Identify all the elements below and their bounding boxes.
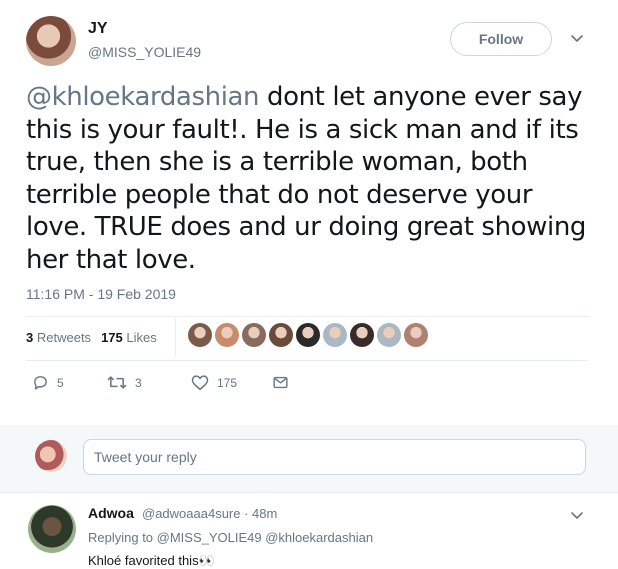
divider bbox=[26, 316, 588, 317]
liker-avatar[interactable] bbox=[215, 323, 239, 347]
direct-message-button[interactable] bbox=[272, 374, 289, 391]
retweet-button[interactable]: 3 bbox=[107, 374, 142, 391]
divider bbox=[26, 360, 588, 361]
reply-icon bbox=[34, 376, 47, 390]
reply-author-name[interactable]: Adwoa bbox=[88, 505, 134, 521]
avatar[interactable] bbox=[26, 16, 76, 66]
chevron-down-icon[interactable] bbox=[569, 30, 585, 46]
display-name[interactable]: JY bbox=[88, 20, 108, 38]
retweet-icon bbox=[107, 376, 127, 389]
like-button[interactable]: 175 bbox=[191, 374, 237, 391]
retweets-label: Retweets bbox=[36, 330, 92, 345]
liker-avatar[interactable] bbox=[269, 323, 293, 347]
user-handle[interactable]: @MISS_YOLIE49 bbox=[88, 44, 201, 60]
likes-label: Likes bbox=[126, 330, 157, 345]
reply-placeholder: Tweet your reply bbox=[94, 449, 197, 465]
avatar[interactable] bbox=[35, 440, 67, 472]
engagement-stats: 3 Retweets 175 Likes bbox=[26, 330, 157, 345]
liker-avatar[interactable] bbox=[377, 323, 401, 347]
liker-avatar[interactable] bbox=[323, 323, 347, 347]
liker-avatar[interactable] bbox=[188, 323, 212, 347]
retweet-count: 3 bbox=[135, 375, 142, 390]
tweet-text: @khloekardashian dont let anyone ever sa… bbox=[26, 81, 596, 276]
chevron-down-icon[interactable] bbox=[569, 507, 585, 523]
liker-avatar[interactable] bbox=[296, 323, 320, 347]
likes-stat[interactable]: 175 Likes bbox=[101, 330, 157, 345]
liker-avatar[interactable] bbox=[404, 323, 428, 347]
likes-count: 175 bbox=[101, 330, 123, 345]
liker-avatar[interactable] bbox=[350, 323, 374, 347]
reply-count: 5 bbox=[57, 375, 64, 390]
timestamp[interactable]: 11:16 PM - 19 Feb 2019 bbox=[26, 286, 176, 302]
tweet: JY @MISS_YOLIE49 Follow @khloekardashian… bbox=[0, 0, 618, 425]
avatar[interactable] bbox=[28, 505, 76, 553]
reply-text: Khloé favorited this👀 bbox=[88, 553, 215, 568]
stats-separator bbox=[175, 318, 176, 356]
follow-button[interactable]: Follow bbox=[450, 22, 552, 56]
reply-button[interactable]: 5 bbox=[32, 374, 64, 391]
reply-composer: Tweet your reply bbox=[0, 425, 618, 492]
mention-link[interactable]: @khloekardashian bbox=[26, 82, 260, 112]
reply-input[interactable]: Tweet your reply bbox=[83, 439, 586, 475]
reply-tweet[interactable]: Adwoa @adwoaaa4sure · 48m Replying to @M… bbox=[0, 492, 618, 569]
reply-handle-time[interactable]: @adwoaaa4sure · 48m bbox=[142, 506, 277, 521]
replying-to: Replying to @MISS_YOLIE49 @khloekardashi… bbox=[88, 530, 374, 545]
liker-avatar[interactable] bbox=[242, 323, 266, 347]
retweets-stat[interactable]: 3 Retweets bbox=[26, 330, 91, 345]
retweets-count: 3 bbox=[26, 330, 34, 345]
like-count: 175 bbox=[217, 375, 238, 390]
heart-icon bbox=[191, 375, 209, 390]
message-icon bbox=[273, 376, 288, 389]
liker-avatars bbox=[188, 323, 428, 347]
